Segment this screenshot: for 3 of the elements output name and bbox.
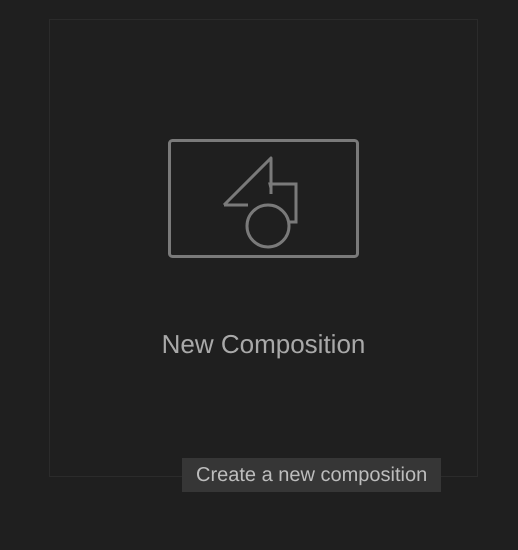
card-label: New Composition bbox=[162, 329, 366, 359]
composition-icon bbox=[168, 139, 359, 259]
tooltip: Create a new composition bbox=[182, 458, 442, 492]
